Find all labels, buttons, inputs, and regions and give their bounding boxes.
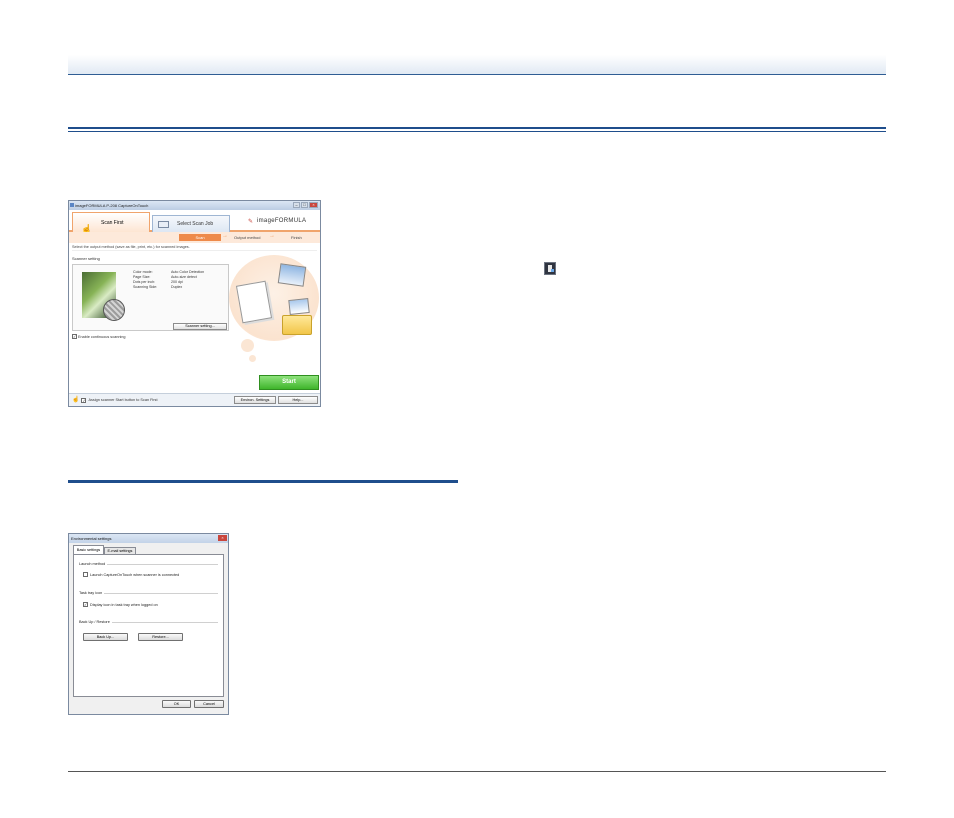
assign-start-option[interactable]: ☝ ✓ Assign scanner Start button to Scan … [72,397,158,404]
illustration-dot [241,339,254,352]
tab-email-settings[interactable]: E-mail settings [104,547,136,554]
group-launch-method-label: Launch method [79,562,106,566]
section-rule-thin [68,131,886,132]
group-backup-restore: Back Up / Restore [79,620,218,624]
restore-button[interactable]: Restore... [138,633,183,641]
launch-checkbox[interactable] [83,572,88,577]
start-button[interactable]: Start [259,375,319,390]
assign-start-checkbox[interactable]: ✓ [81,398,87,403]
launch-option[interactable]: Launch CaptureOnTouch when scanner is co… [83,572,179,577]
group-launch-method: Launch method [79,562,218,566]
scanner-setting-label: Scanner setting [72,256,100,261]
illustration-dot [249,355,256,362]
cancel-button[interactable]: Cancel [194,700,224,708]
environmental-settings-dialog: Environmental settings × Basic settings … [68,533,229,715]
task-tray-checkbox[interactable]: ✓ [83,602,88,607]
basic-settings-panel: Launch method Launch CaptureOnTouch when… [73,554,224,697]
photo-icon [288,297,310,316]
close-icon[interactable]: × [309,202,318,208]
ok-button[interactable]: OK [162,700,191,708]
tab-select-scan-job-label: Select Scan Job [177,221,214,227]
scanner-setting-button[interactable]: Scanner setting... [173,323,227,330]
step-output-method: Output method [234,235,261,240]
section-rule [68,127,886,129]
brand-logo-icon: ✎ [248,219,254,225]
capture-on-touch-tray-icon [544,262,556,275]
step-scan: Scan [179,234,221,241]
window-controls: – □ × [293,202,318,209]
footer-rule [68,771,886,772]
task-tray-option-label: Display icon in task tray when logged on [90,602,158,607]
document-icon [235,280,273,324]
tab-basic-settings[interactable]: Basic settings [73,545,104,554]
tab-scan-first-label: Scan First [101,220,124,226]
status-bar: ☝ ✓ Assign scanner Start button to Scan … [69,393,320,406]
launch-option-label: Launch CaptureOnTouch when scanner is co… [90,572,180,577]
arrow-right-icon: → [222,233,228,239]
minimize-icon[interactable]: – [293,202,300,208]
arrow-right-icon: → [269,233,275,239]
subsection-rule [68,480,458,483]
brand-logo: imageFORMULA [257,218,307,224]
folder-icon [282,315,312,335]
scanner-icon [158,221,169,228]
photo-icon [277,263,307,287]
step-finish: Finish [291,235,302,240]
hand-touch-icon: ☝ [72,397,80,403]
window-title: imageFORMULA P-208 CaptureOnTouch [69,201,320,210]
maximize-icon[interactable]: □ [301,202,308,208]
backup-button[interactable]: Back Up... [83,633,128,641]
group-task-tray: Task tray icon [79,591,218,595]
help-button[interactable]: Help... [278,396,318,404]
group-backup-restore-label: Back Up / Restore [79,620,110,624]
continuous-scanning-label: Enable continuous scanning [78,334,126,339]
setting-key: Scanning Side: [133,285,158,289]
dialog-title: Environmental settings [69,534,228,543]
group-task-tray-label: Task tray icon [79,591,103,595]
step-bar: Scan → Output method → Finish [69,232,320,243]
setting-value: Duplex [171,285,183,289]
continuous-scanning-option[interactable]: ✓ Enable continuous scanning [72,334,126,339]
continuous-scanning-checkbox[interactable]: ✓ [72,334,77,339]
capture-on-touch-window: imageFORMULA P-208 CaptureOnTouch – □ × … [68,200,321,407]
task-tray-option[interactable]: ✓ Display icon in task tray when logged … [83,602,158,607]
app-icon [70,203,74,207]
header-band [68,55,886,75]
environmental-settings-button[interactable]: Environ. Settings [234,396,276,404]
color-mode-icon [103,299,125,321]
scanner-setting-panel: Color mode: Auto Color Detection Page Si… [72,264,229,331]
mode-tabbar: ☝ Scan First Select Scan Job ✎ imageFORM… [69,210,320,234]
tray-icon-accent [551,269,554,272]
header-rule [68,74,886,75]
assign-start-label: Assign scanner Start button to Scan Firs… [88,398,158,402]
tab-select-scan-job[interactable]: Select Scan Job [152,215,230,232]
tab-scan-first[interactable]: ☝ Scan First [72,212,150,234]
instruction-text: Select the output method (save as file, … [72,244,317,251]
close-icon[interactable]: × [218,535,227,541]
